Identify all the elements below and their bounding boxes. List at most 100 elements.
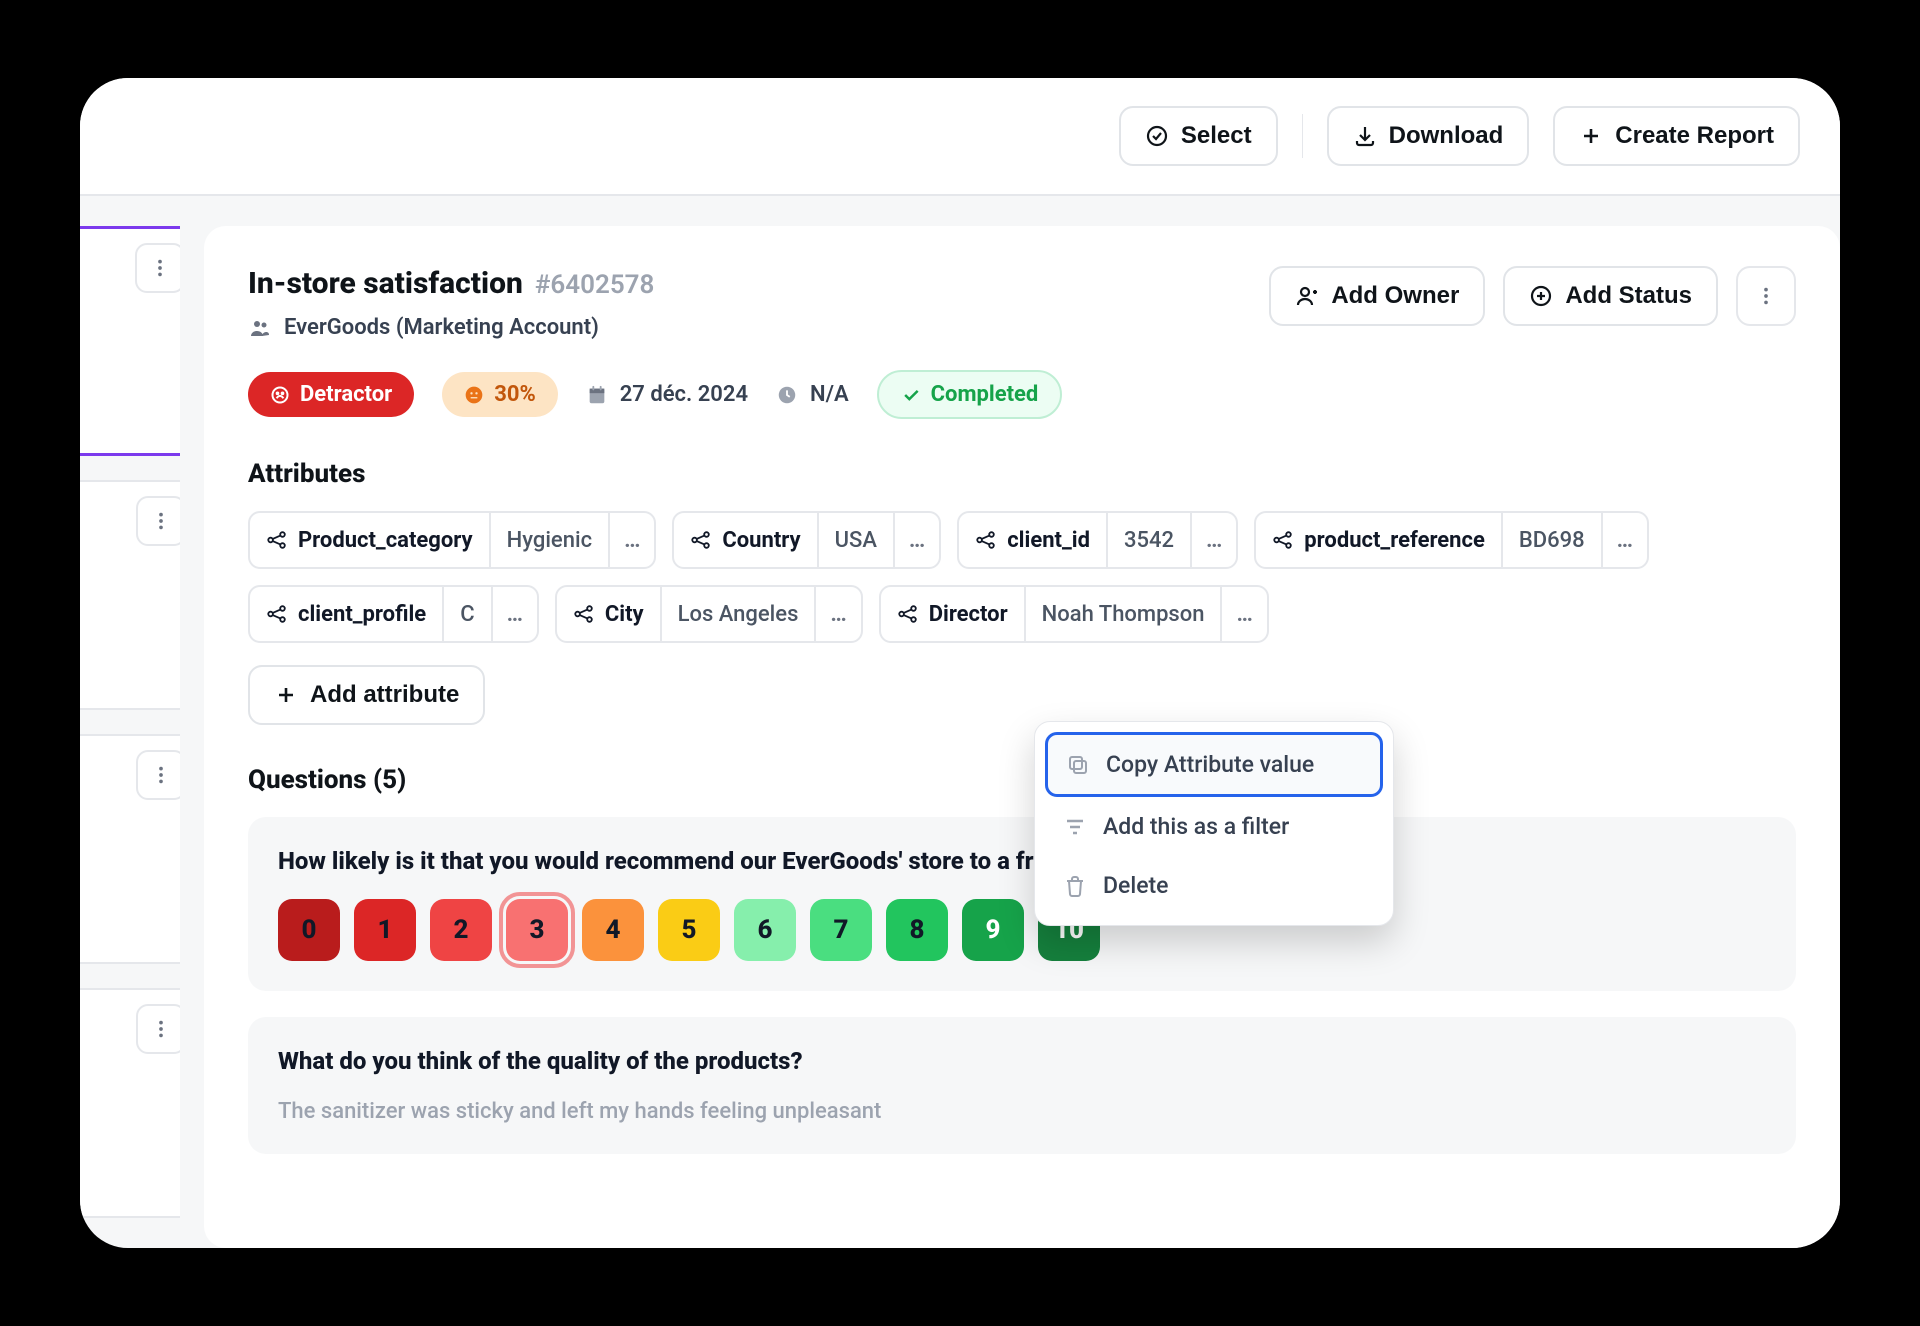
attribute-key: client_profile [250, 587, 442, 641]
select-label: Select [1181, 122, 1252, 150]
calendar-icon [586, 384, 608, 406]
panel-more-button[interactable] [1736, 266, 1796, 326]
plus-icon [274, 683, 298, 707]
card-more-button[interactable] [135, 243, 180, 293]
attribute-value: C [442, 587, 490, 641]
nps-scale: 012345678910 [278, 899, 1766, 961]
attribute-chip: client_id3542… [957, 511, 1238, 569]
attribute-key: client_id [959, 513, 1106, 567]
nps-cell-1[interactable]: 1 [354, 899, 416, 961]
add-attribute-label: Add attribute [310, 681, 459, 709]
attribute-key: product_reference [1256, 513, 1501, 567]
sad-face-icon [270, 385, 290, 405]
score-badge: 30% [442, 372, 558, 417]
add-owner-label: Add Owner [1331, 282, 1459, 310]
check-circle-icon [1145, 124, 1169, 148]
kebab-icon [150, 764, 172, 786]
attribute-key: Country [674, 513, 816, 567]
status-badge: Completed [877, 370, 1063, 419]
check-icon [901, 385, 921, 405]
menu-delete[interactable]: Delete [1045, 856, 1383, 915]
card-item[interactable] [80, 226, 180, 456]
attribute-value: USA [817, 513, 893, 567]
attribute-more-button[interactable]: … [491, 587, 537, 641]
kebab-icon [150, 510, 172, 532]
card-more-button[interactable] [136, 750, 180, 800]
question-text: What do you think of the quality of the … [278, 1047, 1766, 1075]
attribute-chip: client_profileC… [248, 585, 539, 643]
question-open: What do you think of the quality of the … [248, 1017, 1796, 1154]
add-status-button[interactable]: Add Status [1503, 266, 1718, 326]
attribute-more-button[interactable]: … [1190, 513, 1236, 567]
attribute-icon [897, 603, 919, 625]
plus-icon [1579, 124, 1603, 148]
download-icon [1353, 124, 1377, 148]
attribute-value: Los Angeles [660, 587, 815, 641]
kebab-icon [1755, 285, 1777, 307]
card-list [80, 196, 180, 1248]
nps-cell-5[interactable]: 5 [658, 899, 720, 961]
attribute-more-button[interactable]: … [814, 587, 860, 641]
attribute-chip: Product_categoryHygienic… [248, 511, 656, 569]
attributes-list: Product_categoryHygienic…CountryUSA…clie… [248, 511, 1796, 643]
attribute-icon [573, 603, 595, 625]
detractor-badge: Detractor [248, 372, 414, 417]
attributes-heading: Attributes [248, 459, 1796, 489]
create-report-button[interactable]: Create Report [1553, 106, 1800, 166]
card-item[interactable] [80, 480, 180, 710]
attribute-key: Director [881, 587, 1024, 641]
nps-cell-9[interactable]: 9 [962, 899, 1024, 961]
org-name: EverGoods (Marketing Account) [284, 315, 599, 340]
download-label: Download [1389, 122, 1504, 150]
attribute-more-button[interactable]: … [1220, 587, 1266, 641]
attribute-key: City [557, 587, 660, 641]
plus-circle-icon [1529, 284, 1553, 308]
kebab-icon [150, 1018, 172, 1040]
attribute-value: BD698 [1501, 513, 1601, 567]
attribute-chip: CityLos Angeles… [555, 585, 863, 643]
attribute-icon [975, 529, 997, 551]
attribute-more-button[interactable]: … [608, 513, 654, 567]
attribute-chip: DirectorNoah Thompson… [879, 585, 1269, 643]
kebab-icon [149, 257, 171, 279]
copy-icon [1066, 753, 1090, 777]
answer-text: The sanitizer was sticky and left my han… [278, 1099, 1766, 1124]
attribute-more-button[interactable]: … [1601, 513, 1647, 567]
attribute-more-button[interactable]: … [893, 513, 939, 567]
nps-cell-3[interactable]: 3 [506, 899, 568, 961]
card-more-button[interactable] [136, 1004, 180, 1054]
nps-cell-6[interactable]: 6 [734, 899, 796, 961]
attribute-chip: product_referenceBD698… [1254, 511, 1649, 569]
trash-icon [1063, 874, 1087, 898]
duration-meta: N/A [776, 382, 849, 407]
attribute-icon [1272, 529, 1294, 551]
attribute-context-menu: Copy Attribute value Add this as a filte… [1034, 721, 1394, 926]
card-item[interactable] [80, 734, 180, 964]
attribute-value: 3542 [1106, 513, 1190, 567]
add-attribute-button[interactable]: Add attribute [248, 665, 485, 725]
menu-add-filter[interactable]: Add this as a filter [1045, 797, 1383, 856]
question-text: How likely is it that you would recommen… [278, 847, 1766, 875]
card-item[interactable] [80, 988, 180, 1218]
question-nps: How likely is it that you would recommen… [248, 817, 1796, 991]
date-meta: 27 déc. 2024 [586, 382, 748, 407]
add-owner-button[interactable]: Add Owner [1269, 266, 1485, 326]
download-button[interactable]: Download [1327, 106, 1530, 166]
menu-copy-attribute[interactable]: Copy Attribute value [1045, 732, 1383, 797]
attribute-value: Noah Thompson [1024, 587, 1221, 641]
select-button[interactable]: Select [1119, 106, 1278, 166]
attribute-key: Product_category [250, 513, 489, 567]
nps-cell-8[interactable]: 8 [886, 899, 948, 961]
attribute-icon [266, 603, 288, 625]
page-title: In-store satisfaction [248, 266, 523, 301]
card-more-button[interactable] [136, 496, 180, 546]
nps-cell-7[interactable]: 7 [810, 899, 872, 961]
group-icon [248, 316, 272, 340]
attribute-icon [266, 529, 288, 551]
nps-cell-0[interactable]: 0 [278, 899, 340, 961]
add-status-label: Add Status [1565, 282, 1692, 310]
questions-heading: Questions (5) [248, 765, 1796, 795]
nps-cell-4[interactable]: 4 [582, 899, 644, 961]
clock-icon [776, 384, 798, 406]
nps-cell-2[interactable]: 2 [430, 899, 492, 961]
